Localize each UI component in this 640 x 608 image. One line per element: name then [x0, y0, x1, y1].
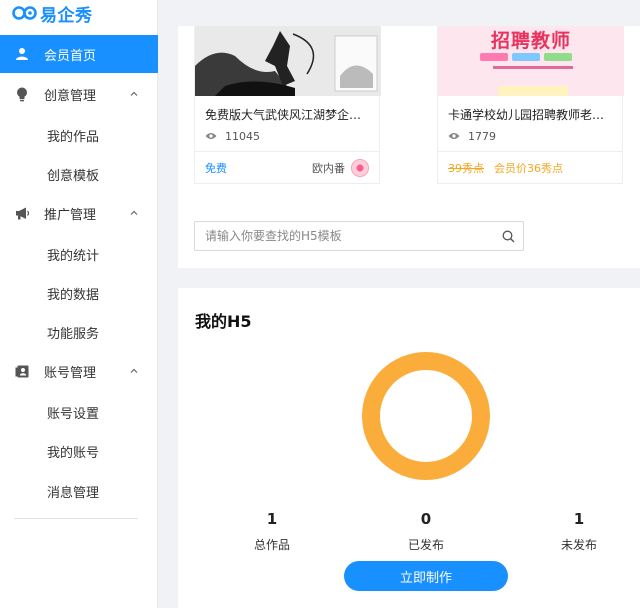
megaphone-icon — [14, 205, 30, 221]
brand-name: 易企秀 — [40, 5, 93, 26]
section-title: 我的H5 — [195, 312, 252, 331]
template-card[interactable]: 招聘教师 卡通学校幼儿园招聘教师老师... 1779 39秀点 会员价36秀点 — [437, 26, 624, 184]
my-h5-panel: 我的H5 1 总作品 0 已发布 1 未发布 立即制作 — [178, 288, 640, 608]
works-donut-chart — [362, 352, 490, 480]
sidebar-subitem-my-stats[interactable]: 我的统计 — [47, 245, 99, 264]
sidebar-item-account[interactable]: 账号管理 — [0, 352, 158, 390]
brand-logo[interactable]: 易企秀 — [0, 0, 157, 26]
sidebar-item-member-home[interactable]: 会员首页 — [0, 35, 158, 73]
stat-unpublished-label: 未发布 — [560, 538, 597, 552]
sidebar-item-label: 账号管理 — [44, 365, 97, 381]
sidebar-subitem-my-works[interactable]: 我的作品 — [47, 126, 99, 145]
original-price: 39秀点 — [448, 161, 484, 175]
view-count-value: 11045 — [225, 130, 260, 143]
sidebar: 易企秀 会员首页 创意管理 我的作品 创意模板 推广管理 我的统计 我的数据 功… — [0, 0, 158, 608]
template-title[interactable]: 免费版大气武侠风江湖梦企业... — [195, 96, 379, 123]
stat-total-label: 总作品 — [253, 538, 290, 552]
stat-published: 0 已发布 — [386, 510, 466, 553]
eye-icon — [448, 130, 460, 143]
sidebar-subitem-services[interactable]: 功能服务 — [47, 323, 99, 342]
banner-text: 招聘教师 — [490, 30, 571, 52]
stat-unpublished-value: 1 — [573, 510, 585, 528]
sidebar-item-promotion[interactable]: 推广管理 — [0, 194, 158, 232]
sidebar-item-creative[interactable]: 创意管理 — [0, 75, 158, 113]
sidebar-subitem-account-settings[interactable]: 账号设置 — [47, 403, 99, 422]
avatar — [351, 158, 369, 177]
sidebar-item-label: 推广管理 — [44, 207, 97, 223]
id-card-icon — [14, 363, 30, 379]
sidebar-subitem-messages[interactable]: 消息管理 — [47, 482, 99, 501]
chevron-up-icon[interactable] — [128, 207, 140, 219]
template-thumbnail[interactable]: 招聘教师 — [438, 26, 624, 96]
view-count: 11045 — [195, 123, 379, 143]
sidebar-subitem-my-data[interactable]: 我的数据 — [47, 284, 99, 303]
lightbulb-icon — [14, 86, 30, 102]
sidebar-item-label: 会员首页 — [44, 48, 97, 64]
chevron-up-icon[interactable] — [128, 88, 140, 100]
author-name: 欧内番 — [312, 161, 345, 175]
search-icon[interactable] — [493, 230, 523, 243]
template-thumbnail[interactable] — [195, 26, 381, 96]
template-card[interactable]: 免费版大气武侠风江湖梦企业... 11045 免费 欧内番 — [194, 26, 381, 184]
view-count: 1779 — [438, 123, 622, 143]
main-content: 免费版大气武侠风江湖梦企业... 11045 免费 欧内番 招聘教师 卡通学校幼… — [158, 0, 640, 608]
search-input[interactable] — [195, 222, 493, 250]
card-footer: 39秀点 会员价36秀点 — [438, 151, 622, 183]
sidebar-divider — [14, 518, 138, 519]
stat-published-value: 0 — [420, 510, 432, 528]
stat-total: 1 总作品 — [232, 510, 312, 553]
sidebar-subitem-my-account[interactable]: 我的账号 — [47, 442, 99, 461]
template-panel: 免费版大气武侠风江湖梦企业... 11045 免费 欧内番 招聘教师 卡通学校幼… — [178, 26, 640, 268]
chevron-up-icon[interactable] — [128, 365, 140, 377]
template-search — [194, 221, 524, 251]
user-icon — [14, 46, 30, 62]
stat-unpublished: 1 未发布 — [539, 510, 619, 553]
sidebar-item-label: 创意管理 — [44, 88, 97, 104]
card-footer: 免费 欧内番 — [195, 151, 379, 183]
logo-icon — [12, 4, 38, 22]
create-now-button[interactable]: 立即制作 — [344, 561, 508, 591]
author[interactable]: 欧内番 — [312, 158, 369, 177]
price-tag: 免费 — [205, 161, 227, 175]
stat-total-value: 1 — [266, 510, 278, 528]
view-count-value: 1779 — [468, 130, 496, 143]
sidebar-subitem-creative-templates[interactable]: 创意模板 — [47, 165, 99, 184]
donut-ring — [362, 352, 490, 480]
stat-published-label: 已发布 — [407, 538, 444, 552]
eye-icon — [205, 130, 217, 143]
template-title[interactable]: 卡通学校幼儿园招聘教师老师... — [438, 96, 622, 123]
vip-price: 会员价36秀点 — [494, 161, 563, 175]
